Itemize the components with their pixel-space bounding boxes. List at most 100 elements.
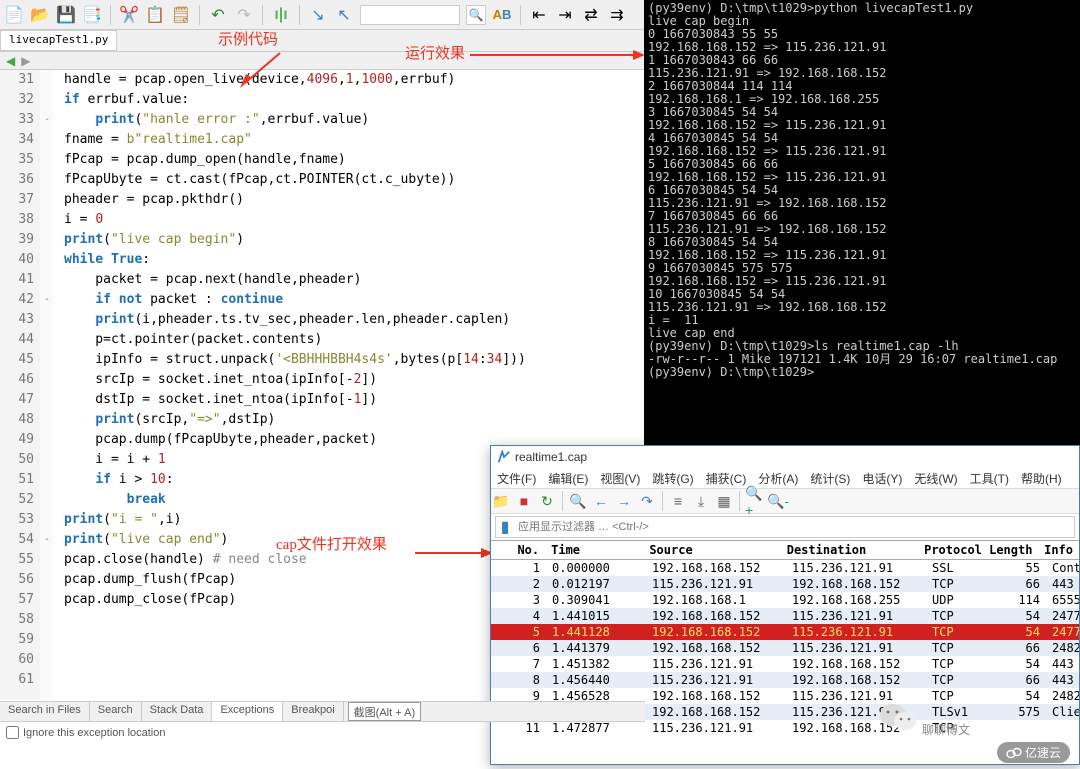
- indent-icon[interactable]: ⇥: [555, 5, 575, 25]
- fold-marker[interactable]: [40, 90, 54, 110]
- editor-tab[interactable]: livecapTest1.py: [0, 30, 117, 51]
- join-icon[interactable]: ⇄: [581, 5, 601, 25]
- ws-packet-row[interactable]: 20.012197115.236.121.91192.168.168.152TC…: [491, 576, 1079, 592]
- ws-restart-icon[interactable]: ↻: [537, 491, 557, 511]
- fold-marker[interactable]: -: [40, 530, 54, 550]
- ws-menu-item[interactable]: 编辑(E): [548, 470, 588, 487]
- ws-list-icon[interactable]: ≡: [668, 491, 688, 511]
- fold-marker[interactable]: [40, 590, 54, 610]
- ws-menu-item[interactable]: 跳转(G): [652, 470, 693, 487]
- new-file-icon[interactable]: 📄: [4, 5, 24, 25]
- ws-goto-icon[interactable]: ↷: [637, 491, 657, 511]
- save-icon[interactable]: 💾: [56, 5, 76, 25]
- fold-marker[interactable]: [40, 650, 54, 670]
- ws-next-icon[interactable]: →: [614, 491, 634, 511]
- ws-packet-row[interactable]: 51.441128192.168.168.152115.236.121.91TC…: [491, 624, 1079, 640]
- find-icon[interactable]: 🔍: [466, 5, 486, 25]
- fold-marker[interactable]: [40, 130, 54, 150]
- pointer-icon[interactable]: ↖: [334, 5, 354, 25]
- ws-menu-item[interactable]: 工具(T): [970, 470, 1009, 487]
- fold-marker[interactable]: [40, 490, 54, 510]
- fold-marker[interactable]: [40, 430, 54, 450]
- ws-header-cell[interactable]: Info: [1038, 541, 1079, 559]
- ws-packet-row[interactable]: 30.309041192.168.168.1192.168.168.255UDP…: [491, 592, 1079, 608]
- fold-marker[interactable]: [40, 370, 54, 390]
- screenshot-hint[interactable]: 截图(Alt + A): [348, 702, 421, 721]
- step-icon[interactable]: ↘: [308, 5, 328, 25]
- nav-right-icon[interactable]: ▶: [21, 54, 30, 68]
- ws-folder-icon[interactable]: 📁: [491, 491, 511, 511]
- ws-prev-icon[interactable]: ←: [591, 491, 611, 511]
- fold-marker[interactable]: [40, 510, 54, 530]
- copy-icon[interactable]: 📑: [82, 5, 102, 25]
- bottom-tab[interactable]: Breakpoi: [283, 702, 343, 721]
- bottom-tab[interactable]: Stack Data: [142, 702, 213, 721]
- ws-menu-item[interactable]: 无线(W): [914, 470, 957, 487]
- fold-marker[interactable]: [40, 210, 54, 230]
- fold-marker[interactable]: [40, 170, 54, 190]
- ws-menu-item[interactable]: 帮助(H): [1021, 470, 1062, 487]
- fold-marker[interactable]: [40, 270, 54, 290]
- replace-icon[interactable]: AB: [492, 5, 512, 25]
- ws-autoscroll-icon[interactable]: ⤓: [691, 491, 711, 511]
- ws-header-cell[interactable]: Time: [545, 541, 643, 559]
- search-input[interactable]: [360, 5, 460, 25]
- ws-header-cell[interactable]: Destination: [781, 541, 918, 559]
- ws-menu-item[interactable]: 捕获(C): [706, 470, 747, 487]
- ws-header-cell[interactable]: Source: [643, 541, 780, 559]
- wireshark-filter-input[interactable]: [514, 521, 1074, 533]
- bottom-tab[interactable]: Search in Files: [0, 702, 90, 721]
- fold-gutter[interactable]: - - -: [40, 70, 54, 700]
- wireshark-table-header[interactable]: No.TimeSourceDestinationProtocolLengthIn…: [491, 540, 1079, 560]
- ws-menu-item[interactable]: 文件(F): [497, 470, 536, 487]
- bottom-tab[interactable]: Search: [90, 702, 142, 721]
- wireshark-menu[interactable]: 文件(F)编辑(E)视图(V)跳转(G)捕获(C)分析(A)统计(S)电话(Y)…: [491, 468, 1079, 488]
- ignore-exception-checkbox[interactable]: Ignore this exception location: [6, 726, 639, 739]
- fold-marker[interactable]: [40, 550, 54, 570]
- ws-menu-item[interactable]: 视图(V): [600, 470, 640, 487]
- fold-marker[interactable]: [40, 630, 54, 650]
- ws-packet-row[interactable]: 71.451382115.236.121.91192.168.168.152TC…: [491, 656, 1079, 672]
- fold-marker[interactable]: [40, 570, 54, 590]
- ws-zoom-in-icon[interactable]: 🔍+: [745, 491, 765, 511]
- fold-marker[interactable]: [40, 470, 54, 490]
- fold-marker[interactable]: [40, 190, 54, 210]
- bottom-tab[interactable]: Exceptions: [212, 702, 283, 721]
- ws-menu-item[interactable]: 统计(S): [810, 470, 850, 487]
- ws-packet-row[interactable]: 41.441015192.168.168.152115.236.121.91TC…: [491, 608, 1079, 624]
- undo-icon[interactable]: ↶: [208, 5, 228, 25]
- fold-marker[interactable]: [40, 450, 54, 470]
- fold-marker[interactable]: [40, 70, 54, 90]
- fold-marker[interactable]: [40, 610, 54, 630]
- fold-marker[interactable]: -: [40, 110, 54, 130]
- fold-marker[interactable]: [40, 350, 54, 370]
- cut-icon[interactable]: ✂️: [119, 5, 139, 25]
- ws-header-cell[interactable]: Length: [983, 541, 1038, 559]
- ws-find-icon[interactable]: 🔍: [568, 491, 588, 511]
- fold-marker[interactable]: [40, 330, 54, 350]
- fold-marker[interactable]: [40, 310, 54, 330]
- ws-filter-icon[interactable]: ▮: [496, 517, 514, 537]
- clipboard-icon[interactable]: 📋: [145, 5, 165, 25]
- nav-left-icon[interactable]: ◀: [6, 54, 15, 68]
- next-icon[interactable]: ⇉: [607, 5, 627, 25]
- outdent-icon[interactable]: ⇤: [529, 5, 549, 25]
- ws-packet-row[interactable]: 81.456440115.236.121.91192.168.168.152TC…: [491, 672, 1079, 688]
- ws-stop-icon[interactable]: ■: [514, 491, 534, 511]
- ws-packet-row[interactable]: 10.000000192.168.168.152115.236.121.91SS…: [491, 560, 1079, 576]
- fold-marker[interactable]: [40, 230, 54, 250]
- fold-marker[interactable]: [40, 150, 54, 170]
- ws-header-cell[interactable]: No.: [491, 541, 545, 559]
- fold-marker[interactable]: -: [40, 290, 54, 310]
- fold-marker[interactable]: [40, 410, 54, 430]
- ws-menu-item[interactable]: 电话(Y): [862, 470, 902, 487]
- paste-icon[interactable]: 🗒: [171, 5, 191, 25]
- ignore-checkbox[interactable]: [6, 726, 19, 739]
- ws-zoom-out-icon[interactable]: 🔍-: [768, 491, 788, 511]
- redo-icon[interactable]: ↷: [234, 5, 254, 25]
- ws-packet-row[interactable]: 61.441379192.168.168.152115.236.121.91TC…: [491, 640, 1079, 656]
- wireshark-titlebar[interactable]: realtime1.cap: [491, 446, 1079, 468]
- fold-marker[interactable]: [40, 670, 54, 690]
- debug-run-icon[interactable]: ı|ı: [271, 5, 291, 25]
- open-folder-icon[interactable]: 📂: [30, 5, 50, 25]
